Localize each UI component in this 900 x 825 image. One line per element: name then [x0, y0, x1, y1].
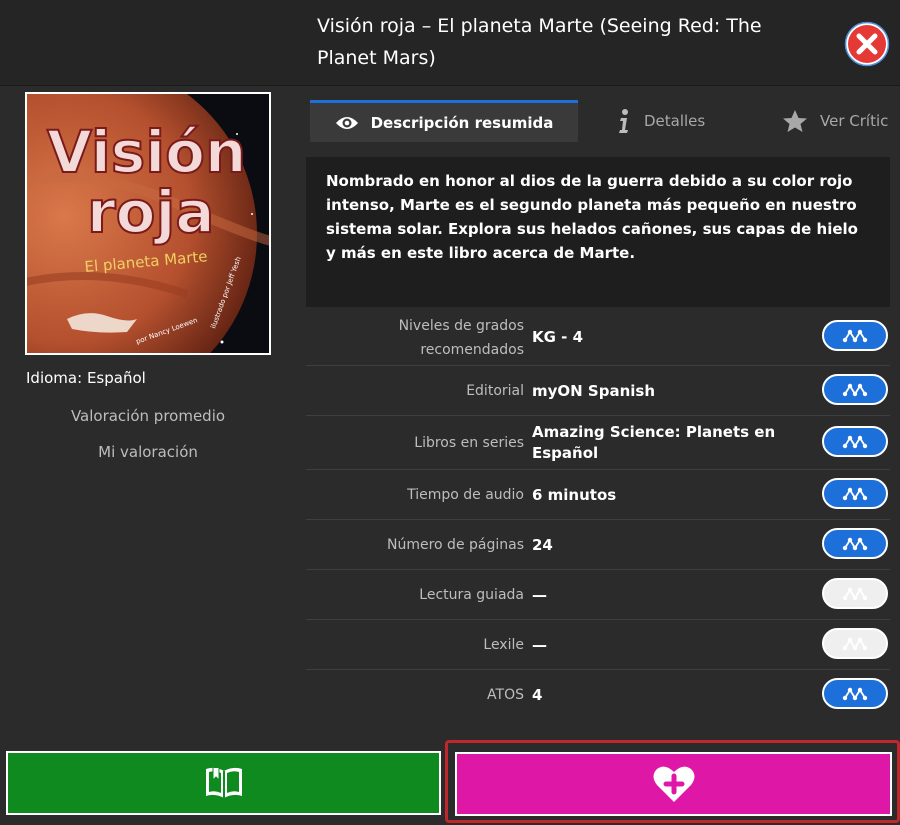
language-label: Idioma: [26, 369, 83, 387]
book-cover-image: Visión roja El planeta Marte por Nancy L… [27, 94, 269, 353]
network-icon [842, 537, 868, 550]
detail-row: Lexile — [306, 620, 890, 670]
network-icon [842, 383, 868, 396]
detail-value: — [532, 586, 547, 604]
tab-details-label: Detalles [644, 112, 706, 130]
detail-value: 4 [532, 686, 543, 704]
tab-reviews[interactable]: Ver Crític [782, 100, 888, 142]
language-value: Español [86, 369, 146, 387]
action-bar [0, 740, 900, 825]
detail-value: Amazing Science: Planets en Español [532, 423, 776, 462]
detail-row: Libros en series Amazing Science: Planet… [306, 416, 890, 470]
heart-plus-icon [653, 766, 694, 802]
detail-row: Niveles de grados recomendados KG - 4 [306, 310, 890, 366]
modal-header: Visión roja – El planeta Marte (Seeing R… [0, 0, 900, 86]
detail-label: Libros en series [414, 435, 524, 451]
read-book-button[interactable] [6, 751, 441, 815]
browse-pages-button[interactable] [822, 528, 888, 559]
star-icon [783, 110, 807, 132]
add-favorite-button[interactable] [455, 752, 892, 816]
detail-row: Número de páginas 24 [306, 520, 890, 570]
detail-row: ATOS 4 [306, 670, 890, 720]
my-rating-label[interactable]: Mi valoración [0, 443, 296, 461]
browse-grade-button[interactable] [822, 320, 888, 351]
detail-value: KG - 4 [532, 328, 584, 346]
tab-details[interactable]: Detalles [616, 100, 705, 142]
network-icon [842, 637, 868, 650]
browse-series-button[interactable] [822, 426, 888, 457]
detail-label: Tiempo de audio [407, 487, 524, 503]
detail-label: Editorial [466, 383, 524, 399]
detail-value: myON Spanish [532, 382, 656, 400]
detail-row: Tiempo de audio 6 minutos [306, 470, 890, 520]
description-text: Nombrado en honor al dios de la guerra d… [326, 172, 858, 262]
tab-bar: Descripción resumida Detalles Ver Crític [306, 100, 900, 142]
description-panel: Nombrado en honor al dios de la guerra d… [306, 157, 890, 307]
book-cover[interactable]: Visión roja El planeta Marte por Nancy L… [25, 92, 271, 355]
browse-guided-button [822, 578, 888, 609]
network-icon [842, 487, 868, 500]
detail-label: ATOS [487, 687, 524, 703]
book-title: Visión roja – El planeta Marte (Seeing R… [317, 15, 762, 69]
details-list: Niveles de grados recomendados KG - 4 Ed… [306, 310, 890, 720]
detail-label: Número de páginas [387, 537, 524, 553]
average-rating-label: Valoración promedio [70, 407, 226, 425]
close-icon [844, 21, 890, 67]
language-info: Idioma: Español [26, 369, 146, 387]
tab-reviews-label: Ver Crític [820, 112, 889, 130]
browse-publisher-button[interactable] [822, 374, 888, 405]
detail-label: Niveles de grados recomendados [398, 318, 524, 358]
detail-value: 24 [532, 536, 553, 554]
cover-title-2: roja [87, 178, 214, 246]
browse-audio-button[interactable] [822, 478, 888, 509]
info-icon [619, 109, 628, 133]
network-icon [842, 435, 868, 448]
open-book-icon [205, 767, 242, 798]
detail-label: Lexile [483, 637, 524, 653]
network-icon [842, 687, 868, 700]
detail-value: 6 minutos [532, 486, 617, 504]
browse-atos-button[interactable] [822, 678, 888, 709]
cover-title-1: Visión [47, 118, 246, 186]
close-button[interactable] [843, 20, 891, 68]
browse-lexile-button [822, 628, 888, 659]
tab-summary-label: Descripción resumida [370, 113, 554, 132]
detail-row: Lectura guiada — [306, 570, 890, 620]
tab-summary[interactable]: Descripción resumida [310, 100, 578, 142]
detail-value: — [532, 636, 547, 654]
favorite-button-focus-ring [445, 740, 900, 823]
detail-label: Lectura guiada [419, 587, 524, 603]
network-icon [842, 587, 868, 600]
detail-row: Editorial myON Spanish [306, 366, 890, 416]
network-icon [842, 329, 868, 342]
eye-icon [335, 116, 358, 129]
